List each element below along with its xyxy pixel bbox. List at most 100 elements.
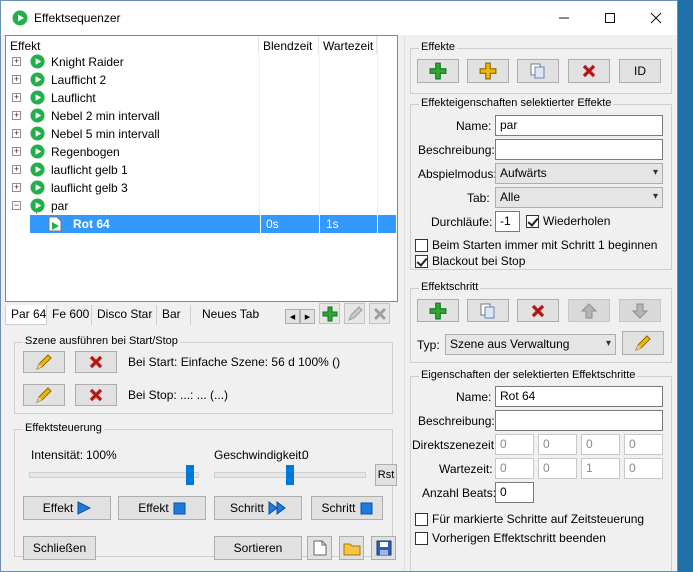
rename-tab-button[interactable] [344, 303, 365, 324]
add-effect-button[interactable] [417, 59, 459, 83]
speed-label: Geschwindigkeit: [214, 448, 305, 462]
add-step-button[interactable] [417, 299, 459, 322]
list-item[interactable]: + lauflicht gelb 1 [6, 161, 397, 179]
direct-time-field-2[interactable]: 0 [538, 434, 577, 455]
step-name-input[interactable]: Rot 64 [495, 386, 663, 407]
step-stop-button[interactable]: Schritt [311, 496, 383, 520]
collapse-icon[interactable]: − [12, 201, 21, 210]
list-item[interactable]: + Regenbogen [6, 143, 397, 161]
sort-button[interactable]: Sortieren [214, 536, 302, 560]
maximize-button[interactable] [587, 1, 633, 35]
expand-icon[interactable]: + [12, 111, 21, 120]
expand-icon[interactable]: + [12, 183, 21, 192]
effect-description-input[interactable] [495, 139, 663, 160]
end-previous-step-checkbox[interactable]: Vorherigen Effektschritt beenden [415, 531, 606, 545]
expand-icon[interactable]: + [12, 93, 21, 102]
effect-id-button[interactable]: ID [619, 59, 661, 83]
expand-icon[interactable]: + [12, 165, 21, 174]
delete-step-button[interactable] [517, 299, 559, 322]
tab-bar[interactable]: Bar [157, 305, 191, 325]
copy-effect-button[interactable] [517, 59, 559, 83]
move-step-up-button[interactable] [568, 299, 610, 322]
repeat-checkbox[interactable]: Wiederholen [526, 214, 610, 228]
effect-name-input[interactable]: par [495, 115, 663, 136]
step-type-select[interactable]: Szene aus Verwaltung ▾ [445, 334, 616, 355]
minimize-button[interactable] [541, 1, 587, 35]
wait-time-field-3[interactable]: 1 [581, 458, 620, 479]
wait-time-field-2[interactable]: 0 [538, 458, 577, 479]
close-window-button[interactable] [633, 1, 677, 35]
step-description-input[interactable] [495, 410, 663, 431]
add-effect-group-button[interactable] [467, 59, 509, 83]
step-next-label: Schritt [229, 501, 264, 515]
list-item-label: Knight Raider [51, 55, 124, 69]
delete-effect-button[interactable] [568, 59, 610, 83]
edit-start-scene-button[interactable] [23, 351, 65, 373]
copy-step-button[interactable] [467, 299, 509, 322]
intensity-slider[interactable] [29, 465, 199, 485]
edit-stop-scene-button[interactable] [23, 384, 65, 406]
step-description-label: Beschreibung: [418, 414, 495, 428]
direct-time-field-4[interactable]: 0 [624, 434, 663, 455]
start-step1-checkbox[interactable]: Beim Starten immer mit Schritt 1 beginne… [415, 238, 657, 252]
list-item-label: lauflicht gelb 3 [51, 181, 128, 195]
reset-speed-button[interactable]: Rst [375, 464, 397, 486]
effect-description-label: Beschreibung: [418, 143, 495, 157]
speed-value: 0 [302, 448, 309, 462]
delete-tab-button[interactable] [369, 303, 390, 324]
column-header-wartezeit[interactable]: Wartezeit [319, 36, 377, 54]
add-tab-button[interactable] [319, 303, 340, 324]
effect-name-label: Name: [456, 119, 492, 133]
plus-yellow-icon [479, 62, 497, 80]
effect-play-button[interactable]: Effekt [23, 496, 111, 520]
wait-time-field-4[interactable]: 0 [624, 458, 663, 479]
list-item[interactable]: + Knight Raider [6, 53, 397, 71]
list-item[interactable]: + Nebel 2 min intervall [6, 107, 397, 125]
delete-stop-scene-button[interactable] [75, 384, 117, 406]
effect-play-icon [30, 54, 45, 69]
tab-scroll-left-button[interactable]: ◀ [285, 309, 300, 324]
speed-slider-thumb[interactable] [286, 465, 294, 485]
tab-disco-star[interactable]: Disco Star [92, 305, 157, 325]
tab-par-64[interactable]: Par 64 [5, 305, 47, 325]
time-control-checkbox[interactable]: Für markierte Schritte auf Zeitsteuerung [415, 512, 644, 526]
tab-neues-tab[interactable]: Neues Tab [197, 305, 267, 325]
expand-icon[interactable]: + [12, 147, 21, 156]
effect-stop-button[interactable]: Effekt [118, 496, 206, 520]
selected-step-row[interactable]: Rot 64 0s 1s [30, 215, 396, 233]
beats-input[interactable]: 0 [495, 482, 534, 503]
expand-icon[interactable]: + [12, 129, 21, 138]
close-button[interactable]: Schließen [23, 536, 96, 560]
save-button[interactable] [371, 536, 396, 560]
tab-select[interactable]: Alle ▾ [495, 187, 663, 208]
play-mode-select[interactable]: Aufwärts ▾ [495, 163, 663, 184]
open-folder-button[interactable] [339, 536, 364, 560]
step-next-button[interactable]: Schritt [214, 496, 302, 520]
list-item[interactable]: + Nebel 5 min intervall [6, 125, 397, 143]
column-header-effekt[interactable]: Effekt [6, 36, 259, 54]
step-name-label: Name: [456, 390, 492, 404]
runs-input[interactable]: -1 [495, 211, 520, 232]
tab-fe-600[interactable]: Fe 600 [47, 305, 92, 325]
list-item[interactable]: − par [6, 197, 397, 215]
wait-time-field-1[interactable]: 0 [495, 458, 534, 479]
direct-time-field-3[interactable]: 0 [581, 434, 620, 455]
delete-start-scene-button[interactable] [75, 351, 117, 373]
direct-time-field-1[interactable]: 0 [495, 434, 534, 455]
list-item[interactable]: + Lauflicht [6, 89, 397, 107]
speed-slider[interactable] [214, 465, 366, 485]
list-item[interactable]: + lauflicht gelb 3 [6, 179, 397, 197]
expand-icon[interactable]: + [12, 75, 21, 84]
effect-list[interactable]: Effekt Blendzeit Wartezeit + Knight Raid… [5, 35, 398, 302]
list-item[interactable]: + Laufficht 2 [6, 71, 397, 89]
blackout-checkbox[interactable]: Blackout bei Stop [415, 254, 525, 268]
edit-step-scene-button[interactable] [622, 331, 664, 355]
expand-icon[interactable]: + [12, 57, 21, 66]
move-step-down-button[interactable] [619, 299, 661, 322]
new-file-button[interactable] [307, 536, 332, 560]
folder-icon [343, 543, 360, 555]
intensity-slider-thumb[interactable] [186, 465, 194, 485]
column-header-blendzeit[interactable]: Blendzeit [259, 36, 319, 54]
chevron-down-icon: ▾ [652, 191, 658, 202]
tab-scroll-right-button[interactable]: ▶ [300, 309, 315, 324]
